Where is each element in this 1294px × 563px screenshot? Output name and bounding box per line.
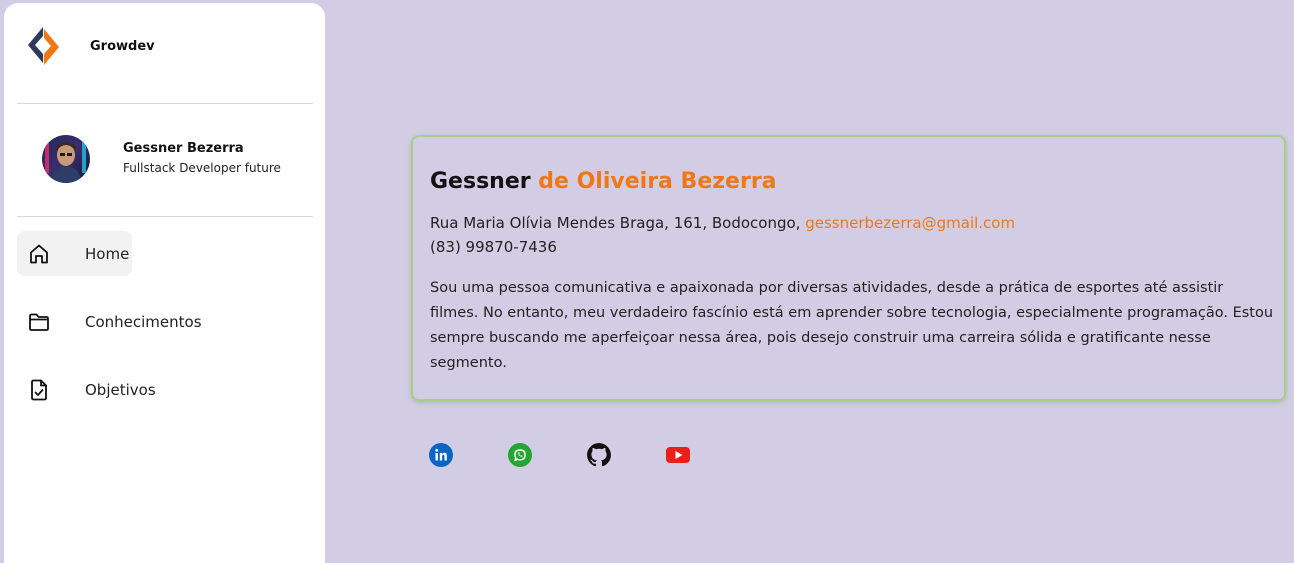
profile-name: Gessner Bezerra (123, 141, 244, 156)
profile-role: Fullstack Developer future (123, 161, 281, 175)
first-name: Gessner (430, 169, 531, 194)
github-icon (587, 443, 611, 467)
linkedin-link[interactable] (428, 442, 454, 468)
youtube-icon (666, 447, 690, 463)
last-name: de Oliveira Bezerra (538, 169, 777, 194)
file-check-icon (31, 379, 47, 400)
nav-item-label: Objetivos (85, 380, 156, 399)
home-icon (30, 244, 48, 263)
youtube-link[interactable] (665, 442, 691, 468)
nav-item-label: Home (85, 244, 130, 263)
brand[interactable]: Growdev (22, 25, 155, 67)
avatar (42, 135, 90, 183)
growdev-logo-icon (28, 27, 59, 65)
profile-card: Gessner de Oliveira Bezerra Rua Maria Ol… (411, 135, 1286, 401)
sidebar-divider (17, 103, 313, 104)
nav-item-objetivos[interactable]: Objetivos (17, 367, 317, 412)
avatar-photo (42, 135, 90, 183)
page-title: Gessner de Oliveira Bezerra (430, 167, 1267, 197)
email-link[interactable]: gessnerbezerra@gmail.com (805, 214, 1015, 232)
nav-item-label: Conhecimentos (85, 312, 202, 331)
contact-info: Rua Maria Olívia Mendes Braga, 161, Bodo… (430, 211, 1267, 259)
brand-name: Growdev (90, 38, 155, 54)
nav-item-home[interactable]: Home (17, 231, 132, 276)
github-link[interactable] (586, 442, 612, 468)
phone: (83) 99870-7436 (430, 238, 557, 256)
folder-icon (29, 313, 49, 331)
whatsapp-icon (508, 443, 532, 467)
bio: Sou uma pessoa comunicativa e apaixonada… (430, 280, 1274, 371)
sidebar-divider (17, 216, 313, 217)
sidebar-nav: Home Conhecimentos Objetivos (17, 231, 317, 435)
nav-item-conhecimentos[interactable]: Conhecimentos (17, 299, 317, 344)
linkedin-icon (429, 443, 453, 467)
profile: Gessner Bezerra Fullstack Developer futu… (42, 135, 281, 183)
social-links (428, 442, 744, 468)
sidebar: Growdev Gessner Bezerra Fullstack Develo… (4, 3, 325, 563)
address: Rua Maria Olívia Mendes Braga, 161, Bodo… (430, 214, 801, 232)
whatsapp-link[interactable] (507, 442, 533, 468)
